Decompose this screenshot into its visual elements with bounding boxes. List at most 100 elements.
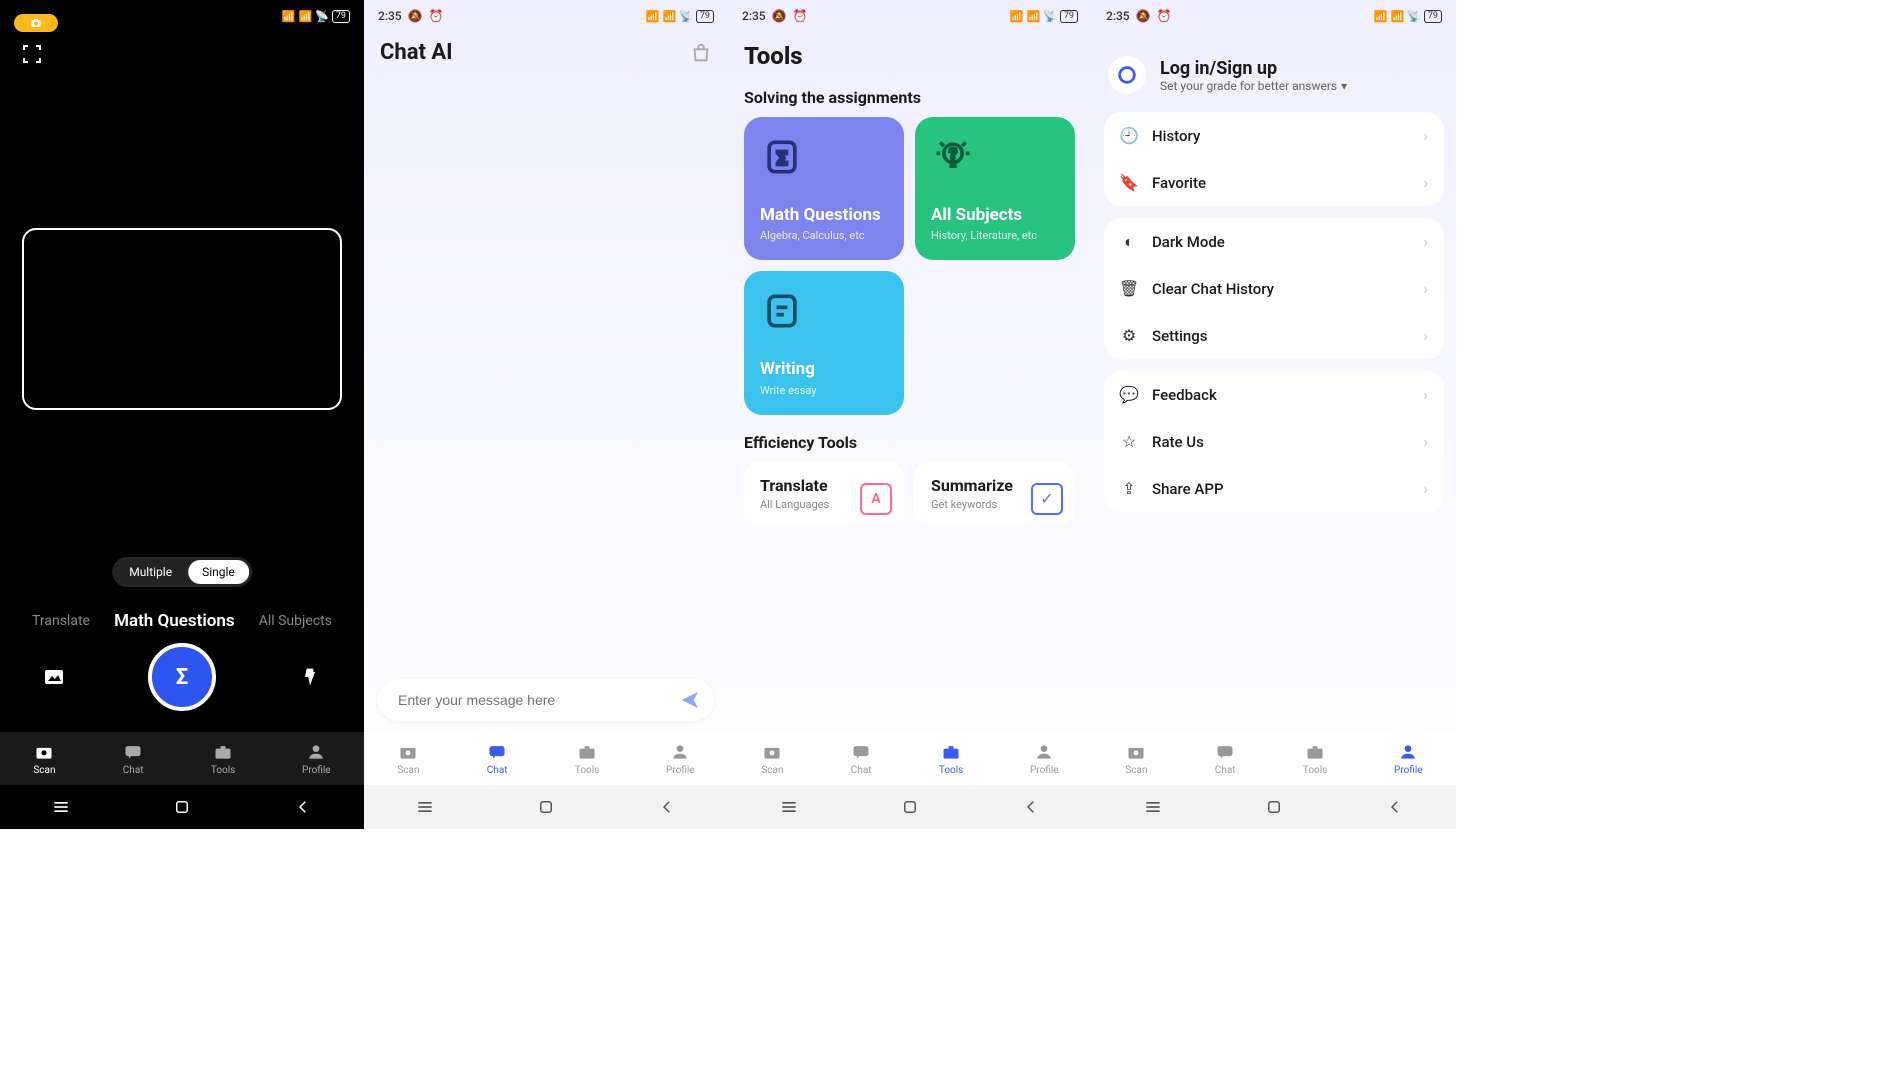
tab-chat[interactable]: Chat bbox=[122, 741, 144, 776]
recents-button[interactable] bbox=[50, 796, 72, 818]
mode-math[interactable]: Math Questions bbox=[114, 611, 235, 631]
svg-text:?: ? bbox=[949, 145, 956, 163]
grade-selector[interactable]: Set your grade for better answers▾ bbox=[1160, 79, 1347, 93]
tab-tools[interactable]: Tools bbox=[939, 741, 963, 776]
profile-header[interactable]: Log in/Sign up Set your grade for better… bbox=[1092, 32, 1456, 112]
segment-multiple[interactable]: Multiple bbox=[115, 560, 186, 584]
segment-single[interactable]: Single bbox=[188, 560, 249, 584]
alarm-icon: ⏰ bbox=[793, 9, 808, 23]
home-button[interactable] bbox=[171, 796, 193, 818]
mode-translate[interactable]: Translate bbox=[32, 613, 90, 629]
tab-scan[interactable]: Scan bbox=[397, 741, 419, 776]
back-button[interactable] bbox=[1384, 796, 1406, 818]
camera-icon bbox=[761, 741, 783, 763]
recents-button[interactable] bbox=[414, 796, 436, 818]
tab-tools[interactable]: Tools bbox=[1303, 741, 1327, 776]
card-summarize[interactable]: Summarize Get keywords ✓ bbox=[915, 462, 1075, 525]
tab-scan[interactable]: Scan bbox=[1125, 741, 1147, 776]
clock-text: 2:35 bbox=[378, 9, 402, 23]
lightbulb-question-icon: ? bbox=[931, 135, 975, 179]
home-button[interactable] bbox=[1263, 796, 1285, 818]
notepad-icon bbox=[760, 289, 804, 333]
menu-feedback[interactable]: 💬Feedback› bbox=[1104, 371, 1444, 418]
status-bar: 2:35🔕⏰ 📶📶📡79 bbox=[364, 0, 728, 32]
tab-chat[interactable]: Chat bbox=[486, 741, 508, 776]
capture-mode-toggle[interactable]: Multiple Single bbox=[112, 557, 252, 587]
chevron-right-icon: › bbox=[1423, 479, 1428, 498]
tab-chat[interactable]: Chat bbox=[850, 741, 872, 776]
briefcase-icon bbox=[212, 741, 234, 763]
page-title: Chat AI bbox=[380, 40, 453, 65]
recents-button[interactable] bbox=[1142, 796, 1164, 818]
shutter-button[interactable]: Σ bbox=[148, 643, 216, 711]
home-button[interactable] bbox=[535, 796, 557, 818]
section-header-efficiency: Efficiency Tools bbox=[728, 415, 1092, 462]
chat-icon bbox=[850, 741, 872, 763]
system-nav-bar bbox=[364, 785, 728, 829]
tab-profile[interactable]: Profile bbox=[302, 741, 331, 776]
menu-favorite[interactable]: 🔖Favorite› bbox=[1104, 159, 1444, 206]
moon-icon: ◐ bbox=[1120, 233, 1138, 251]
home-button[interactable] bbox=[899, 796, 921, 818]
chevron-right-icon: › bbox=[1423, 126, 1428, 145]
tab-tools[interactable]: Tools bbox=[211, 741, 235, 776]
card-math-questions[interactable]: Σ Math Questions Algebra, Calculus, etc bbox=[744, 117, 904, 260]
message-input[interactable] bbox=[396, 691, 674, 709]
status-bar: 2:35🔕⏰ 📶📶📡79 bbox=[1092, 0, 1456, 32]
clock-text: 2:35 bbox=[1106, 9, 1130, 23]
tab-tools[interactable]: Tools bbox=[575, 741, 599, 776]
shop-icon[interactable] bbox=[690, 42, 712, 64]
tab-scan[interactable]: Scan bbox=[761, 741, 783, 776]
gallery-button[interactable] bbox=[40, 663, 68, 691]
screen-chat: 2:35🔕⏰ 📶📶📡79 Chat AI Scan Chat Tools Pro… bbox=[364, 0, 728, 829]
chevron-right-icon: › bbox=[1423, 432, 1428, 451]
chat-icon bbox=[1214, 741, 1236, 763]
back-button[interactable] bbox=[656, 796, 678, 818]
mode-all-subjects[interactable]: All Subjects bbox=[259, 613, 332, 629]
menu-settings[interactable]: ⚙Settings› bbox=[1104, 312, 1444, 359]
back-button[interactable] bbox=[1020, 796, 1042, 818]
person-icon bbox=[669, 741, 691, 763]
person-icon bbox=[1033, 741, 1055, 763]
camera-icon bbox=[1125, 741, 1147, 763]
screen-scan: 📶📶📡 79 Multiple Single Translate Math Qu… bbox=[0, 0, 364, 829]
card-all-subjects[interactable]: ? All Subjects History, Literature, etc bbox=[915, 117, 1075, 260]
tab-chat[interactable]: Chat bbox=[1214, 741, 1236, 776]
star-icon: ☆ bbox=[1120, 433, 1138, 451]
scan-mode-selector[interactable]: Translate Math Questions All Subjects bbox=[0, 611, 364, 631]
mute-icon: 🔕 bbox=[408, 9, 423, 23]
flash-button[interactable] bbox=[296, 663, 324, 691]
status-bar: 2:35🔕⏰ 📶📶📡79 bbox=[728, 0, 1092, 32]
translate-icon: A bbox=[860, 483, 892, 515]
tab-profile[interactable]: Profile bbox=[1030, 741, 1059, 776]
alarm-icon: ⏰ bbox=[1157, 9, 1172, 23]
login-title: Log in/Sign up bbox=[1160, 58, 1347, 79]
status-bar: 📶📶📡 79 bbox=[0, 0, 364, 32]
menu-rate-us[interactable]: ☆Rate Us› bbox=[1104, 418, 1444, 465]
fullscreen-icon[interactable] bbox=[20, 42, 44, 66]
tab-scan[interactable]: Scan bbox=[33, 741, 55, 776]
bottom-tab-bar: Scan Chat Tools Profile bbox=[364, 732, 728, 785]
clock-icon: 🕘 bbox=[1120, 127, 1138, 145]
screen-tools: 2:35🔕⏰ 📶📶📡79 Tools Solving the assignmen… bbox=[728, 0, 1092, 829]
mute-icon: 🔕 bbox=[772, 9, 787, 23]
card-translate[interactable]: Translate All Languages A bbox=[744, 462, 904, 525]
gear-icon: ⚙ bbox=[1120, 327, 1138, 345]
briefcase-icon bbox=[576, 741, 598, 763]
send-button[interactable] bbox=[674, 684, 706, 716]
menu-history[interactable]: 🕘History› bbox=[1104, 112, 1444, 159]
menu-clear-history[interactable]: 🗑Clear Chat History› bbox=[1104, 265, 1444, 312]
menu-dark-mode[interactable]: ◐Dark Mode› bbox=[1104, 218, 1444, 265]
bottom-tab-bar: Scan Chat Tools Profile bbox=[0, 732, 364, 785]
tab-profile[interactable]: Profile bbox=[1394, 741, 1423, 776]
tab-profile[interactable]: Profile bbox=[666, 741, 695, 776]
back-button[interactable] bbox=[292, 796, 314, 818]
chevron-right-icon: › bbox=[1423, 173, 1428, 192]
bookmark-icon: 🔖 bbox=[1120, 174, 1138, 192]
camera-icon bbox=[33, 741, 55, 763]
chat-icon bbox=[486, 741, 508, 763]
menu-share-app[interactable]: ⇪Share APP› bbox=[1104, 465, 1444, 512]
chevron-right-icon: › bbox=[1423, 385, 1428, 404]
card-writing[interactable]: Writing Write essay bbox=[744, 271, 904, 414]
recents-button[interactable] bbox=[778, 796, 800, 818]
